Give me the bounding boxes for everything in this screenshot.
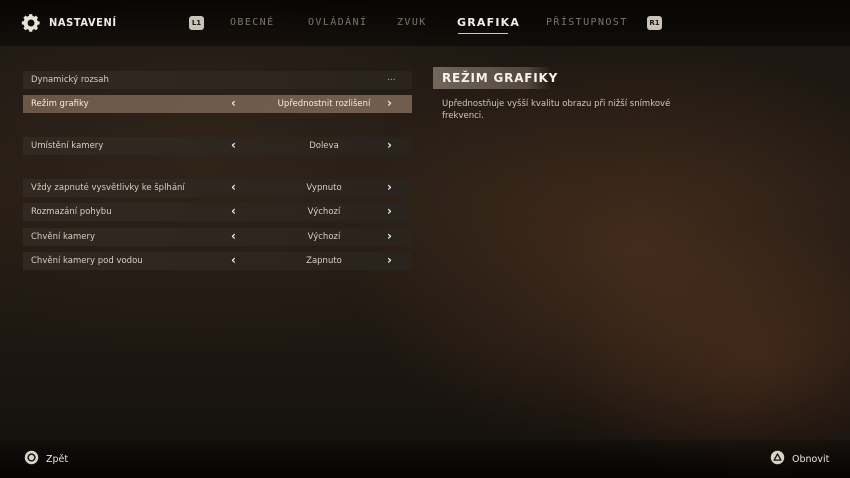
page-title: NASTAVENÍ	[49, 16, 117, 29]
chevron-left-icon[interactable]: ‹	[231, 229, 236, 243]
setting-row-graphics-mode[interactable]: Režim grafiky ‹ Upřednostnit rozlišení ›	[23, 95, 412, 113]
chevron-left-icon[interactable]: ‹	[231, 96, 236, 110]
tab-zvuk[interactable]: ZVUK	[397, 17, 427, 28]
setting-label: Rozmazání pohybu	[31, 207, 112, 217]
setting-label: Umístění kamery	[31, 141, 104, 151]
triangle-button-icon[interactable]	[770, 450, 785, 465]
chevron-right-icon[interactable]: ›	[387, 96, 392, 110]
reset-button[interactable]: Obnovit	[792, 454, 829, 465]
more-indicator: ...	[387, 73, 396, 83]
setting-value: Výchozí	[307, 207, 341, 217]
chevron-right-icon[interactable]: ›	[387, 180, 392, 194]
info-description: Upřednostňuje vyšší kvalitu obrazu při n…	[442, 99, 671, 121]
tab-pristupnost[interactable]: PŘÍSTUPNOST	[546, 17, 628, 28]
chevron-left-icon[interactable]: ‹	[231, 204, 236, 218]
setting-row-underwater-camera-shake[interactable]: Chvění kamery pod vodou ‹ Zapnuto ›	[23, 252, 412, 270]
chevron-right-icon[interactable]: ›	[387, 253, 392, 267]
l1-button[interactable]: L1	[189, 16, 204, 30]
setting-row-climbing-hints[interactable]: Vždy zapnuté vysvětlivky ke šplhání ‹ Vy…	[23, 179, 412, 197]
setting-value: Vypnuto	[306, 183, 342, 193]
chevron-right-icon[interactable]: ›	[387, 138, 392, 152]
chevron-left-icon[interactable]: ‹	[231, 138, 236, 152]
chevron-left-icon[interactable]: ‹	[231, 253, 236, 267]
tab-ovladani[interactable]: OVLÁDÁNÍ	[308, 17, 367, 28]
setting-value: Výchozí	[307, 232, 341, 242]
chevron-left-icon[interactable]: ‹	[231, 180, 236, 194]
setting-row-dynamic-range[interactable]: Dynamický rozsah ...	[23, 71, 412, 89]
bottom-bar	[0, 440, 850, 478]
setting-label: Dynamický rozsah	[31, 75, 109, 85]
chevron-right-icon[interactable]: ›	[387, 204, 392, 218]
gear-icon	[21, 14, 40, 32]
setting-label: Vždy zapnuté vysvětlivky ke šplhání	[31, 183, 185, 193]
setting-label: Chvění kamery pod vodou	[31, 256, 143, 266]
tab-grafika[interactable]: GRAFIKA	[457, 16, 520, 29]
circle-button-icon[interactable]	[24, 450, 39, 465]
setting-row-motion-blur[interactable]: Rozmazání pohybu ‹ Výchozí ›	[23, 203, 412, 221]
tab-obecne[interactable]: OBECNÉ	[230, 17, 275, 28]
setting-row-camera-shake[interactable]: Chvění kamery ‹ Výchozí ›	[23, 228, 412, 246]
r1-button[interactable]: R1	[647, 16, 662, 30]
setting-row-camera-position[interactable]: Umístění kamery ‹ Doleva ›	[23, 137, 412, 155]
chevron-right-icon[interactable]: ›	[387, 229, 392, 243]
back-button[interactable]: Zpět	[46, 454, 68, 465]
active-tab-underline	[458, 33, 508, 34]
setting-value: Zapnuto	[306, 256, 342, 266]
setting-label: Chvění kamery	[31, 232, 96, 242]
setting-label: Režim grafiky	[31, 99, 89, 109]
setting-value: Upřednostnit rozlišení	[277, 99, 371, 109]
setting-value: Doleva	[309, 141, 339, 151]
info-title: REŽIM GRAFIKY	[442, 71, 559, 85]
